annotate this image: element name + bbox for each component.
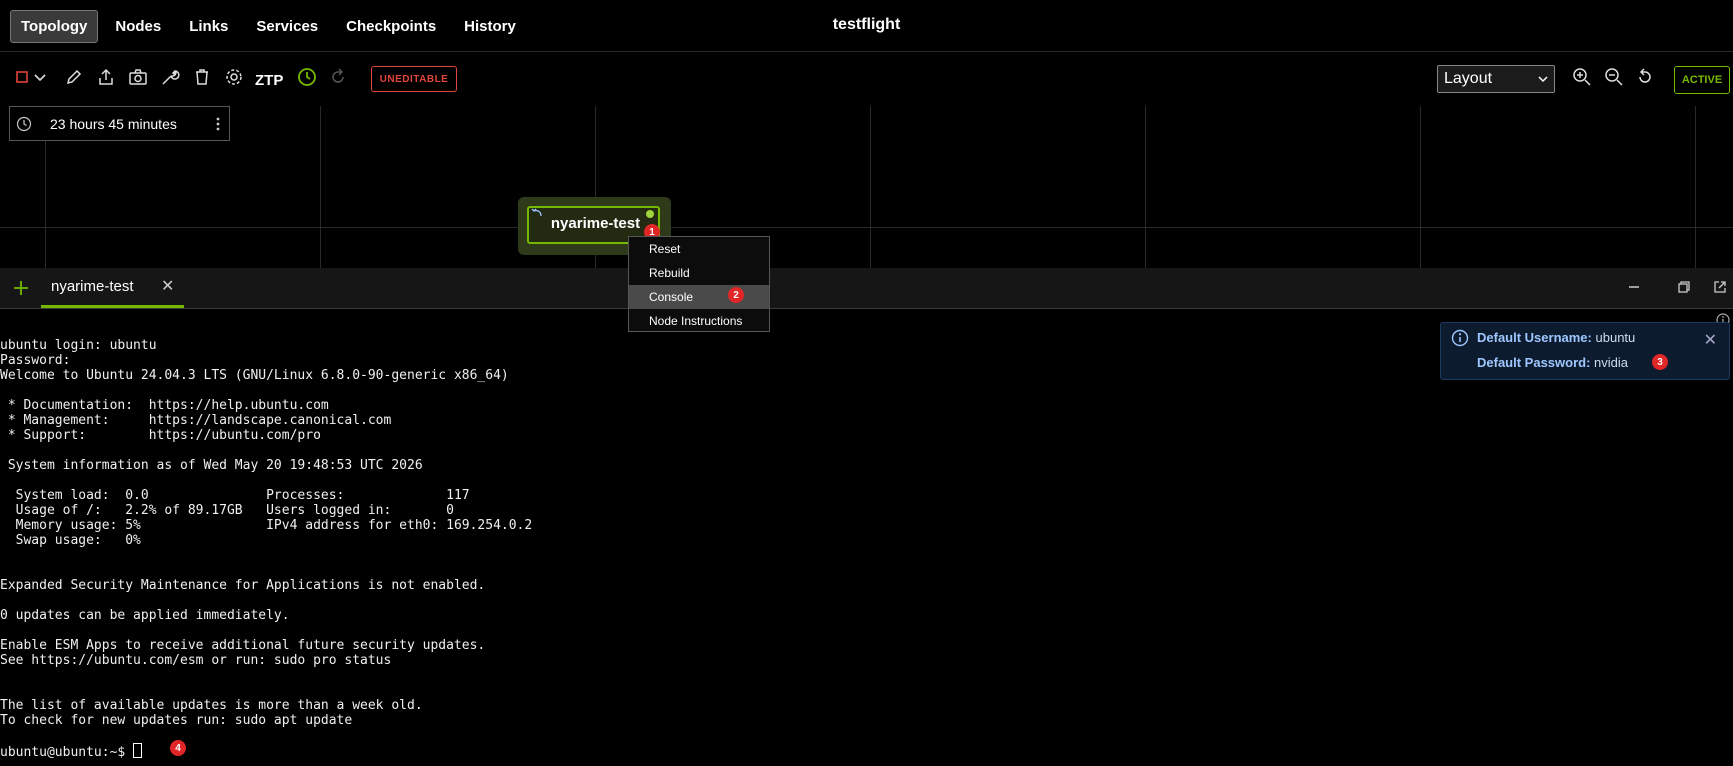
terminal-line: System information as of Wed May 20 19:4… — [0, 458, 423, 473]
zoom-out-icon[interactable] — [1603, 66, 1625, 88]
terminal-line: See https://ubuntu.com/esm or run: sudo … — [0, 653, 392, 668]
share-icon[interactable] — [95, 66, 117, 88]
reservation-timer: 23 hours 45 minutes — [9, 106, 230, 141]
grid-line — [320, 106, 321, 268]
top-nav: Topology Nodes Links Services Checkpoint… — [0, 0, 1733, 52]
node-label: nyarime-test — [550, 215, 641, 232]
annotation-badge: 4 — [170, 740, 186, 756]
terminal-line: Enable ESM Apps to receive additional fu… — [0, 638, 486, 653]
terminal-line: Expanded Security Maintenance for Applic… — [0, 578, 486, 593]
redo-icon[interactable] — [327, 66, 349, 88]
menu-item-rebuild[interactable]: Rebuild — [629, 261, 769, 285]
clock-icon[interactable] — [296, 66, 318, 88]
console-tab[interactable]: nyarime-test ✕ — [41, 268, 184, 308]
uneditable-badge: UNEDITABLE — [371, 66, 457, 92]
password-value: nvidia — [1594, 355, 1629, 370]
terminal-line: 0 updates can be applied immediately. — [0, 608, 290, 623]
close-icon[interactable]: ✕ — [1704, 330, 1717, 350]
node-context-menu: Reset Rebuild Console Node Instructions — [628, 236, 770, 332]
annotation-badge: 3 — [1652, 354, 1668, 370]
gear-icon[interactable] — [223, 66, 245, 88]
ztp-button[interactable]: ZTP — [255, 72, 283, 89]
close-icon[interactable]: ✕ — [161, 276, 174, 296]
layout-select[interactable]: Layout — [1437, 65, 1555, 93]
terminal-prompt: ubuntu@ubuntu:~$ — [0, 745, 134, 760]
terminal-line: To check for new updates run: sudo apt u… — [0, 713, 353, 728]
menu-item-reset[interactable]: Reset — [629, 237, 769, 261]
username-key: Default Username: — [1477, 330, 1592, 345]
terminal-line: * Documentation: https://help.ubuntu.com — [0, 398, 329, 413]
menu-item-console[interactable]: Console — [629, 285, 769, 309]
terminal-line: The list of available updates is more th… — [0, 698, 423, 713]
terminal-line: Password: — [0, 353, 71, 368]
terminal-line: Usage of /: 2.2% of 89.17GB Users logged… — [0, 503, 454, 518]
wrench-icon[interactable] — [159, 66, 181, 88]
chevron-down-icon[interactable] — [33, 66, 47, 88]
grid-line — [0, 227, 1733, 228]
grid-line — [1695, 106, 1696, 268]
info-icon — [1451, 329, 1469, 347]
popout-icon[interactable] — [1713, 280, 1727, 294]
layout-select-value: Layout — [1444, 70, 1493, 87]
password-row: Default Password: nvidia — [1477, 355, 1628, 370]
restore-icon[interactable] — [1677, 280, 1691, 294]
console-tab-label: nyarime-test — [51, 278, 134, 295]
trash-icon[interactable] — [191, 66, 213, 88]
terminal-line: * Support: https://ubuntu.com/pro — [0, 428, 321, 443]
terminal-line: Welcome to Ubuntu 24.04.3 LTS (GNU/Linux… — [0, 368, 509, 383]
terminal-cursor — [133, 743, 143, 758]
menu-item-node-instructions[interactable]: Node Instructions — [629, 309, 769, 333]
more-vertical-icon[interactable] — [215, 116, 221, 132]
terminal-prompt-line[interactable]: ubuntu@ubuntu:~$ — [0, 743, 1400, 760]
username-value: ubuntu — [1595, 330, 1636, 345]
add-tab-icon[interactable] — [12, 279, 30, 297]
terminal-line: * Management: https://landscape.canonica… — [0, 413, 392, 428]
console-tabbar — [0, 268, 1733, 309]
grid-line — [1420, 106, 1421, 268]
simulation-title: testflight — [832, 16, 901, 33]
terminal-line: ubuntu login: ubuntu — [0, 338, 157, 353]
camera-icon[interactable] — [127, 66, 149, 88]
reset-view-icon[interactable] — [1634, 66, 1656, 88]
clock-icon — [16, 116, 32, 132]
topology-canvas[interactable] — [0, 106, 1733, 268]
node-shape-icon[interactable] — [11, 66, 33, 88]
terminal-line: System load: 0.0 Processes: 117 — [0, 488, 470, 503]
node-status-dot — [646, 210, 654, 218]
grid-line — [870, 106, 871, 268]
terminal-output[interactable]: ubuntu login: ubuntu Password: Welcome to … — [0, 338, 1400, 760]
timer-text: 23 hours 45 minutes — [50, 116, 177, 132]
minimize-icon[interactable] — [1627, 280, 1641, 294]
pencil-icon[interactable] — [63, 66, 85, 88]
chevron-down-icon — [1538, 76, 1548, 83]
grid-line — [1145, 106, 1146, 268]
password-key: Default Password: — [1477, 355, 1591, 370]
annotation-badge: 2 — [728, 287, 744, 303]
credentials-toast: Default Username: ubuntu Default Passwor… — [1440, 322, 1730, 380]
status-badge: ACTIVE — [1674, 66, 1730, 94]
terminal-line: Swap usage: 0% — [0, 533, 141, 548]
username-row: Default Username: ubuntu — [1477, 330, 1635, 345]
terminal-line: Memory usage: 5% IPv4 address for eth0: … — [0, 518, 533, 533]
zoom-in-icon[interactable] — [1571, 66, 1593, 88]
